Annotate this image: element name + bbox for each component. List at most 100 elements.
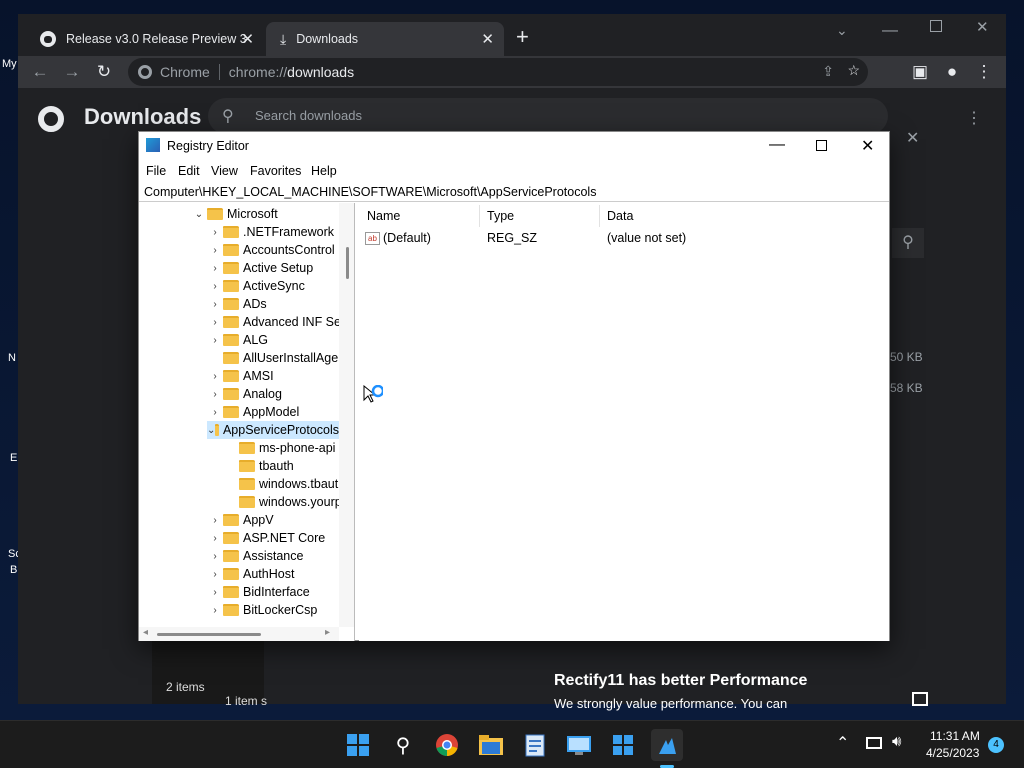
more-menu-icon[interactable]: ⋮ (972, 60, 996, 84)
tab-github-release[interactable]: Release v3.0 Release Preview 3 · I ✕ (26, 22, 264, 56)
scrollbar-thumb[interactable] (157, 633, 261, 636)
start-windows-icon[interactable] (342, 729, 374, 761)
tree-node[interactable]: windows.tbauth (223, 475, 345, 493)
menu-help[interactable]: Help (311, 164, 337, 178)
chevron-right-icon[interactable]: › (207, 515, 223, 526)
tree-node[interactable]: › Advanced INF Setup (207, 313, 354, 331)
horizontal-scrollbar[interactable]: ◂ ▸ (139, 627, 339, 641)
chrome-taskbar-icon[interactable] (431, 729, 463, 761)
tree-node[interactable]: › AMSI (207, 367, 273, 385)
maximize-button[interactable] (816, 140, 827, 151)
scrollbar-thumb[interactable] (346, 247, 349, 279)
tree-node-selected[interactable]: ⌄ AppServiceProtocols (207, 421, 339, 439)
scroll-right-icon[interactable]: ▸ (325, 627, 330, 638)
desktop-icon-label[interactable]: E (10, 452, 17, 464)
tree-node[interactable]: › .NETFramework (207, 223, 334, 241)
search-icon[interactable]: ⚲ (387, 729, 419, 761)
desktop-icon-label[interactable]: B (10, 564, 17, 576)
menu-file[interactable]: File (146, 164, 166, 178)
clock-date[interactable]: 4/25/2023 (926, 746, 979, 760)
volume-icon[interactable]: 🔊︎ (892, 733, 901, 750)
notepad-icon[interactable] (519, 729, 551, 761)
chevron-right-icon[interactable]: › (207, 587, 223, 598)
column-header-data[interactable]: Data (607, 209, 633, 223)
menu-edit[interactable]: Edit (178, 164, 200, 178)
tree-node[interactable]: › ALG (207, 331, 268, 349)
tree-node-microsoft[interactable]: ⌄ Microsoft (191, 205, 278, 223)
windows-app-icon[interactable] (607, 729, 639, 761)
search-button[interactable]: ⚲ (892, 228, 924, 258)
chevron-right-icon[interactable]: › (207, 569, 223, 580)
close-icon[interactable]: ✕ (241, 30, 254, 48)
close-window-button[interactable]: ✕ (976, 18, 989, 36)
scroll-left-icon[interactable]: ◂ (143, 627, 148, 638)
network-icon[interactable] (866, 737, 882, 749)
chevron-right-icon[interactable]: › (207, 227, 223, 238)
address-bar[interactable]: Chrome chrome:// downloads ⇪ ☆ (128, 58, 868, 86)
tree-node[interactable]: AllUserInstallAgent (207, 349, 349, 367)
chevron-right-icon[interactable]: › (207, 281, 223, 292)
desktop-icon-label[interactable]: N (8, 352, 16, 364)
tree-node[interactable]: › AccountsControl (207, 241, 334, 259)
page-menu-icon[interactable]: ⋮ (966, 108, 982, 128)
tab-downloads[interactable]: ⤓ Downloads ✕ (266, 22, 504, 56)
side-panel-icon[interactable]: ▣ (908, 60, 932, 84)
minimize-button[interactable]: — (769, 136, 785, 154)
desktop-icon-label[interactable]: My (2, 58, 17, 70)
compact-view-icon[interactable] (912, 692, 928, 706)
menu-favorites[interactable]: Favorites (250, 164, 301, 178)
clock-time[interactable]: 11:31 AM (930, 729, 980, 743)
regedit-taskbar-icon[interactable] (651, 729, 683, 761)
chevron-right-icon[interactable]: › (207, 263, 223, 274)
tree-node[interactable]: › BidInterface (207, 583, 309, 601)
tree-node[interactable]: › Active Setup (207, 259, 313, 277)
chevron-down-icon[interactable]: ⌄ (191, 209, 207, 220)
chevron-right-icon[interactable]: › (207, 299, 223, 310)
chevron-right-icon[interactable]: › (207, 407, 223, 418)
column-header-name[interactable]: Name (367, 209, 400, 223)
tree-node[interactable]: › ASP.NET Core (207, 529, 325, 547)
chevron-down-icon[interactable]: ⌄ (207, 425, 215, 436)
tray-chevron-up-icon[interactable]: ⌃ (836, 733, 849, 753)
tree-node[interactable]: › BitLockerCsp (207, 601, 317, 619)
tree-node[interactable]: ms-phone-api (223, 439, 335, 457)
tree-node[interactable]: › AppV (207, 511, 273, 529)
reload-icon[interactable]: ↻ (92, 60, 116, 84)
notification-toast[interactable]: Rectify11 has better Performance We stro… (554, 672, 807, 711)
tree-node[interactable]: › AppModel (207, 403, 299, 421)
bookmark-star-icon[interactable]: ☆ (847, 62, 860, 79)
control-panel-icon[interactable] (563, 729, 595, 761)
notification-badge[interactable]: 4 (988, 737, 1004, 753)
tree-node[interactable]: › Assistance (207, 547, 303, 565)
forward-arrow-icon[interactable]: → (60, 60, 84, 84)
address-field[interactable]: Computer\HKEY_LOCAL_MACHINE\SOFTWARE\Mic… (139, 182, 889, 202)
close-button[interactable]: ✕ (861, 136, 874, 156)
chevron-right-icon[interactable]: › (207, 245, 223, 256)
tree-node[interactable]: › AuthHost (207, 565, 294, 583)
maximize-button[interactable] (930, 20, 942, 32)
minimize-button[interactable]: — (882, 22, 898, 40)
dialog-close-icon[interactable]: ✕ (906, 128, 919, 148)
chevron-right-icon[interactable]: › (207, 335, 223, 346)
column-header-type[interactable]: Type (487, 209, 514, 223)
tree-node[interactable]: › Analog (207, 385, 282, 403)
new-tab-button[interactable]: + (516, 24, 529, 50)
chevron-right-icon[interactable]: › (207, 533, 223, 544)
file-explorer-icon[interactable] (475, 729, 507, 761)
tree-node[interactable]: tbauth (223, 457, 294, 475)
tree-node[interactable]: windows.yourphone (223, 493, 354, 511)
search-downloads-box[interactable]: ⚲ Search downloads (208, 98, 888, 134)
chevron-right-icon[interactable]: › (207, 371, 223, 382)
column-divider[interactable] (599, 205, 600, 227)
tree-node[interactable]: › ADs (207, 295, 266, 313)
chevron-right-icon[interactable]: › (207, 605, 223, 616)
menu-view[interactable]: View (211, 164, 238, 178)
chevron-right-icon[interactable]: › (207, 389, 223, 400)
chevron-right-icon[interactable]: › (207, 551, 223, 562)
close-icon[interactable]: ✕ (481, 30, 494, 48)
tree-node[interactable]: › ActiveSync (207, 277, 305, 295)
share-icon[interactable]: ⇪ (822, 63, 834, 80)
vertical-scrollbar[interactable] (339, 203, 354, 627)
profile-icon[interactable]: ● (940, 60, 964, 84)
back-arrow-icon[interactable]: ← (28, 60, 52, 84)
